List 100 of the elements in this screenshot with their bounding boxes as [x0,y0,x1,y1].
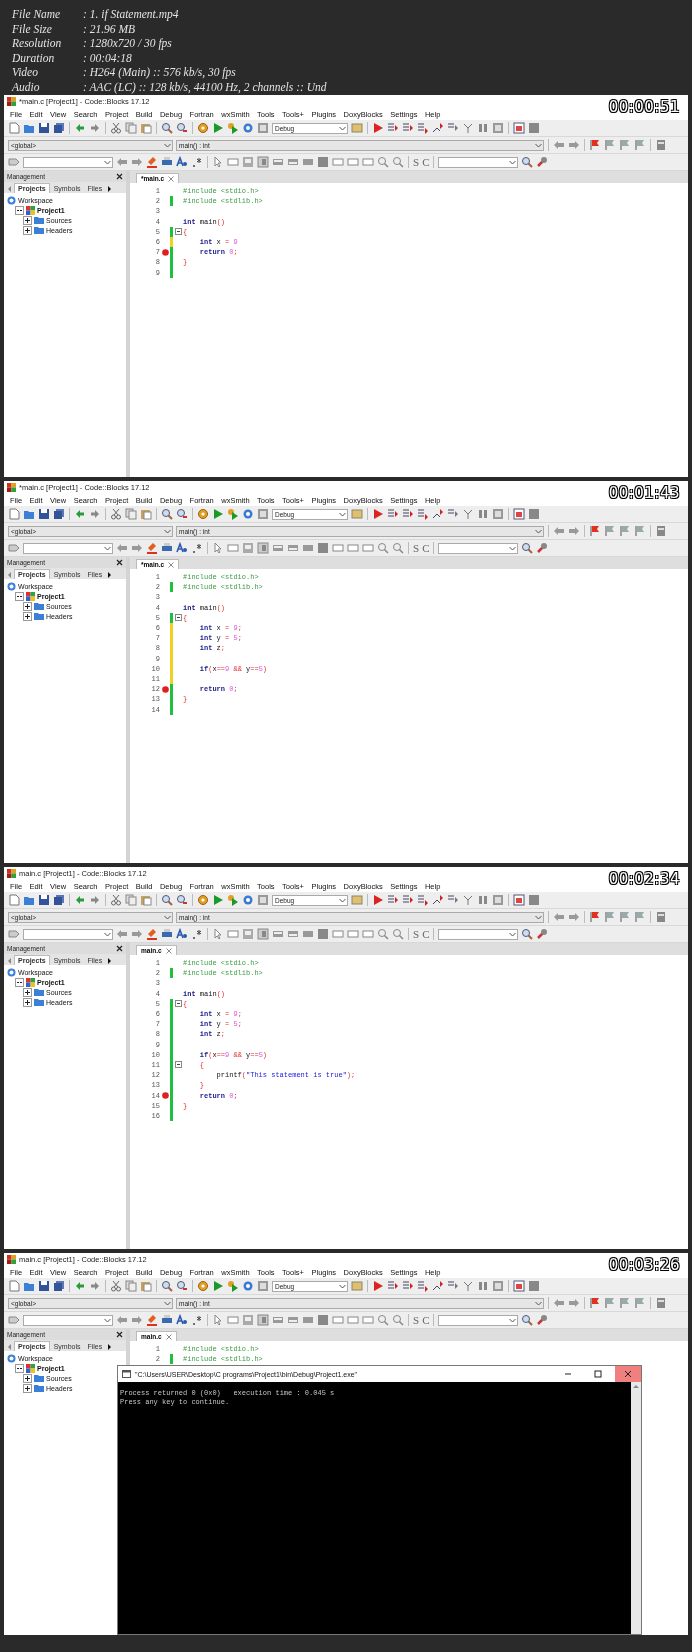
toolbar-letter[interactable]: C [422,1314,430,1326]
open-folder-icon[interactable] [23,122,35,134]
text-style-icon[interactable] [176,1314,188,1326]
layout-icon[interactable] [287,542,299,554]
flag-icon[interactable] [619,1297,631,1309]
debug-run-icon[interactable] [372,1280,384,1292]
toolbar-letter[interactable]: S [413,156,420,168]
layout-icon[interactable] [272,1314,284,1326]
new-file-icon[interactable] [8,122,20,134]
layout-icon[interactable] [287,1314,299,1326]
layout-icon[interactable] [317,156,329,168]
rectangle-icon[interactable] [347,156,359,168]
redo-icon[interactable] [89,894,101,906]
stop-icon[interactable] [492,508,504,520]
search-icon[interactable] [521,928,534,940]
zoom-in-icon[interactable] [377,156,389,168]
search-icon[interactable] [521,542,534,554]
rectangle-icon[interactable] [332,928,344,940]
back-arrow-icon[interactable] [553,525,565,537]
zoom-out-icon[interactable] [392,542,404,554]
step-icon[interactable] [402,508,414,520]
stop-icon[interactable] [257,122,269,134]
flag-icon[interactable] [634,911,646,923]
zoom-in-icon[interactable] [377,928,389,940]
run-icon[interactable] [212,122,224,134]
paste-icon[interactable] [140,122,152,134]
tag-icon[interactable] [8,928,20,940]
panel-icon[interactable] [528,894,540,906]
redo-icon[interactable] [89,122,101,134]
gear-icon[interactable] [197,508,209,520]
collapse-icon[interactable] [15,205,24,215]
copy-icon[interactable] [125,508,137,520]
cut-icon[interactable] [110,894,122,906]
new-file-icon[interactable] [8,1280,20,1292]
toolbar-dropdown[interactable] [438,928,519,940]
replace-icon[interactable] [176,894,188,906]
toolbar-letter[interactable]: S [413,1314,420,1326]
image-icon[interactable] [242,1314,254,1326]
step-icon[interactable] [417,894,429,906]
search-dropdown[interactable] [23,156,113,168]
step-icon[interactable] [462,508,474,520]
layout-icon[interactable] [317,1314,329,1326]
rectangle-icon[interactable] [362,928,374,940]
zoom-out-icon[interactable] [392,156,404,168]
text-style-icon[interactable] [176,928,188,940]
printer-icon[interactable] [161,928,173,940]
run-icon[interactable] [212,894,224,906]
layout-icon[interactable] [302,542,314,554]
expand-icon[interactable] [23,987,32,997]
layout-icon[interactable] [317,542,329,554]
image-icon[interactable] [257,542,269,554]
save-icon[interactable] [38,122,50,134]
step-icon[interactable] [432,894,444,906]
step-icon[interactable] [462,1280,474,1292]
text-style-icon[interactable] [176,156,188,168]
rectangle-icon[interactable] [227,542,239,554]
forward-arrow-icon[interactable] [131,542,143,554]
panel-icon[interactable] [528,122,540,134]
step-icon[interactable] [387,122,399,134]
rebuild-icon[interactable] [242,1280,254,1292]
flag-icon[interactable] [619,139,631,151]
layout-icon[interactable] [302,1314,314,1326]
toolbar-letter[interactable]: C [422,156,430,168]
highlighter-icon[interactable] [146,156,158,168]
layout-icon[interactable] [302,156,314,168]
step-icon[interactable] [417,122,429,134]
toolbar-letter[interactable]: S [413,928,420,940]
layout-icon[interactable] [272,542,284,554]
breakpoint-icon[interactable] [161,248,169,256]
rectangle-icon[interactable] [347,928,359,940]
image-icon[interactable] [257,156,269,168]
layout-icon[interactable] [317,928,329,940]
undo-icon[interactable] [74,508,86,520]
replace-icon[interactable] [176,508,188,520]
save-all-icon[interactable] [53,122,65,134]
pointer-icon[interactable] [212,156,224,168]
zoom-in-icon[interactable] [377,1314,389,1326]
step-icon[interactable] [402,1280,414,1292]
pause-icon[interactable] [477,894,489,906]
step-icon[interactable] [402,894,414,906]
image-icon[interactable] [242,928,254,940]
panel-icon[interactable] [528,1280,540,1292]
step-icon[interactable] [432,122,444,134]
search-dropdown[interactable] [23,1314,113,1326]
pointer-icon[interactable] [212,542,224,554]
debug-run-icon[interactable] [372,508,384,520]
zoom-in-icon[interactable] [377,542,389,554]
printer-icon[interactable] [161,542,173,554]
search-icon[interactable] [161,894,173,906]
pause-icon[interactable] [477,122,489,134]
rectangle-icon[interactable] [227,1314,239,1326]
flag-icon[interactable] [604,911,616,923]
fold-icon[interactable] [174,1061,182,1069]
window-icon[interactable] [513,508,525,520]
expand-icon[interactable] [23,225,32,235]
search-icon[interactable] [521,156,534,168]
highlighter-icon[interactable] [146,542,158,554]
forward-arrow-icon[interactable] [568,1297,580,1309]
back-arrow-icon[interactable] [116,928,128,940]
printer-icon[interactable] [161,156,173,168]
